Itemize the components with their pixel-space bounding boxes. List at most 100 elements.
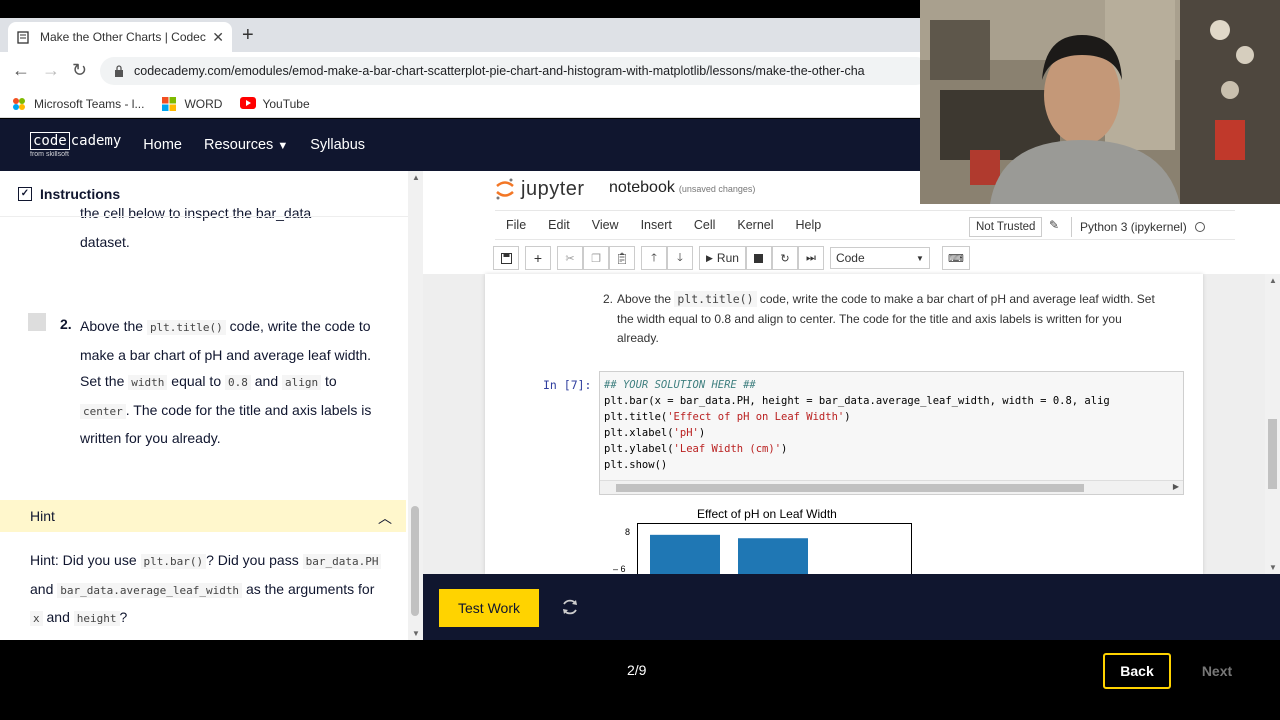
paste-icon[interactable]: 📋︎ [609, 246, 635, 270]
insert-cell-icon[interactable]: + [525, 246, 551, 270]
menu-file[interactable]: File [506, 218, 526, 232]
markdown-cell[interactable]: 2. Above the plt.title() code, write the… [603, 290, 1162, 349]
cell-type-value: Code [835, 251, 865, 265]
cut-icon[interactable]: ✂ [557, 246, 583, 270]
scroll-up-icon[interactable]: ▲ [1269, 276, 1277, 285]
fast-forward-icon[interactable]: ⏭︎ [797, 246, 824, 270]
hint-text-part: Hint: Did you use [30, 552, 141, 568]
next-button[interactable]: Next [1187, 653, 1247, 689]
bookmark-label: YouTube [262, 96, 310, 111]
jupyter-logo[interactable]: jupyter [495, 177, 585, 201]
move-down-icon[interactable]: 🡓︎ [667, 246, 693, 270]
forward-arrow-icon[interactable]: → [42, 60, 60, 81]
save-icon[interactable] [493, 246, 519, 270]
bookmark-teams[interactable]: Microsoft Teams - l... [12, 97, 144, 111]
url-field[interactable]: codecademy.com/emodules/emod-make-a-bar-… [100, 57, 930, 85]
code-paren: ) [698, 427, 706, 439]
menu-help[interactable]: Help [796, 218, 822, 232]
nav-resources[interactable]: Resources ▼ [204, 137, 288, 153]
hint-text-part: and [42, 609, 74, 625]
lesson-footer: 2/9 Back Next [0, 640, 1280, 700]
y-tick-value: 6 [620, 564, 626, 574]
scrollbar-thumb[interactable] [411, 506, 419, 616]
tab-title: Make the Other Charts | Codeca [40, 30, 207, 44]
notebook-name[interactable]: notebook (unsaved changes) [609, 179, 755, 197]
stop-icon[interactable] [745, 246, 772, 270]
url-text: codecademy.com/emodules/emod-make-a-bar-… [134, 64, 865, 78]
y-tick-label: – 6 [613, 564, 626, 574]
instructions-panel: the cell below to inspect the bar_data ✓… [0, 171, 408, 640]
windows-logo-icon [162, 96, 177, 111]
bookmark-word[interactable]: WORD [162, 96, 223, 111]
instructions-title: Instructions [40, 185, 121, 202]
reset-icon[interactable] [559, 596, 581, 618]
step-number: 2. [60, 316, 72, 332]
step-checkbox [28, 313, 46, 331]
menu-edit[interactable]: Edit [548, 218, 570, 232]
new-tab-icon[interactable]: + [242, 24, 254, 47]
scroll-down-icon[interactable]: ▼ [412, 629, 420, 638]
checklist-icon: ✓ [18, 186, 32, 201]
hint-text-part: as the arguments for [242, 580, 375, 597]
code-line-show: plt.show() [604, 459, 668, 471]
code-line-title: plt.title( [604, 411, 668, 423]
codecademy-header: code cademy from skillsoft Home Resources… [0, 119, 920, 171]
step-text-part: to [321, 373, 337, 389]
scrollbar-thumb[interactable] [616, 484, 1084, 492]
screen: Make the Other Charts | Codeca ✕ + ← → ↻… [0, 0, 1280, 720]
hint-toggle[interactable]: Hint ︿ [0, 500, 406, 532]
cell-type-select[interactable]: Code ▼ [829, 247, 930, 269]
notebook-page: 2. Above the plt.title() code, write the… [485, 274, 1203, 574]
run-bar: Test Work [423, 574, 1280, 640]
inline-code: width [128, 375, 168, 390]
codecademy-logo[interactable]: code cademy from skillsoft [30, 132, 121, 158]
scrollbar-thumb[interactable] [1268, 419, 1277, 489]
notebook-scrollbar[interactable]: ▲ ▼ [1265, 274, 1280, 574]
close-tab-icon[interactable]: ✕ [212, 29, 224, 46]
inline-code: plt.title() [674, 291, 757, 307]
menu-view[interactable]: View [592, 218, 619, 232]
inline-code: bar_data.average_leaf_width [57, 582, 243, 598]
nav-syllabus[interactable]: Syllabus [310, 137, 365, 153]
scroll-down-icon[interactable]: ▼ [1269, 563, 1277, 572]
code-line-ylabel: plt.ylabel( [604, 443, 674, 455]
menu-kernel[interactable]: Kernel [737, 218, 773, 232]
menu-insert[interactable]: Insert [641, 218, 672, 232]
restart-icon[interactable]: ↻ [771, 246, 798, 270]
reload-icon[interactable]: ↻ [72, 60, 87, 81]
step-text-part: and [250, 373, 283, 389]
bookmark-label: WORD [184, 96, 223, 111]
instructions-scrollbar[interactable]: ▲ ▼ [408, 171, 423, 640]
webcam-overlay [920, 0, 1280, 204]
instructions-header[interactable]: ✓ Instructions [0, 171, 408, 217]
bookmark-youtube[interactable]: YouTube [240, 96, 310, 111]
bar-chart-output [637, 523, 912, 574]
scroll-right-icon[interactable]: ▶ [1173, 482, 1179, 491]
back-arrow-icon[interactable]: ← [12, 60, 30, 81]
keyboard-icon[interactable]: ⌨ [941, 246, 970, 270]
jupyter-wordmark: jupyter [521, 177, 585, 200]
trust-status-button[interactable]: Not Trusted [969, 217, 1043, 237]
test-work-button[interactable]: Test Work [439, 589, 539, 627]
logo-code: code [30, 132, 70, 150]
run-button[interactable]: ▶ Run [699, 246, 746, 270]
code-cell-editor[interactable]: ## YOUR SOLUTION HERE ## plt.bar(x = bar… [599, 371, 1184, 495]
code-paren: ) [844, 411, 851, 423]
play-icon: ▶ [706, 252, 713, 263]
pencil-icon[interactable]: ✎ [1049, 218, 1059, 232]
scroll-up-icon[interactable]: ▲ [412, 173, 420, 182]
nav-home[interactable]: Home [143, 137, 182, 153]
chart-bar [650, 534, 720, 574]
inline-code: plt.title() [146, 320, 226, 335]
menu-cell[interactable]: Cell [694, 218, 716, 232]
inline-code: x [30, 611, 43, 626]
move-up-icon[interactable]: 🡑︎ [641, 246, 667, 270]
nav-resources-label: Resources [203, 137, 274, 153]
hint-text-part: ? Did you pass [206, 552, 303, 568]
code-horizontal-scrollbar[interactable]: ▶ [600, 480, 1183, 494]
code-content: ## YOUR SOLUTION HERE ## plt.bar(x = bar… [604, 377, 1110, 473]
copy-icon[interactable]: ❐ [583, 246, 609, 270]
back-button[interactable]: Back [1103, 653, 1171, 689]
tab-strip: Make the Other Charts | Codeca ✕ + [0, 18, 920, 52]
browser-tab[interactable]: Make the Other Charts | Codeca ✕ [8, 22, 232, 52]
